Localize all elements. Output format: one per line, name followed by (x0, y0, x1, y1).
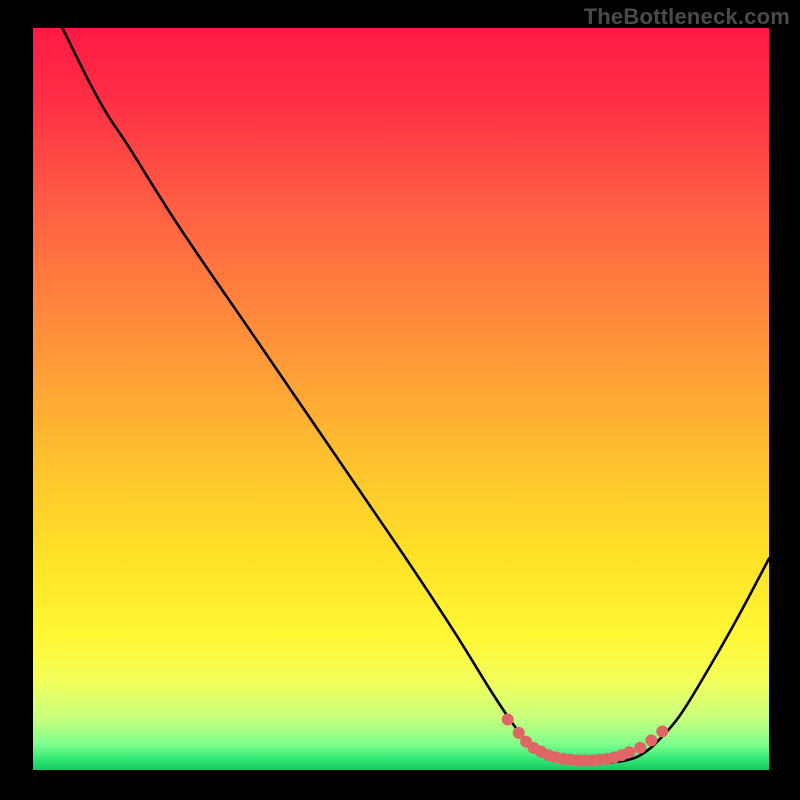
bottleneck-chart (33, 28, 769, 770)
optimal-range-dot (645, 734, 657, 746)
optimal-range-dot (623, 746, 635, 758)
chart-frame: TheBottleneck.com (0, 0, 800, 800)
optimal-range-dot (634, 742, 646, 754)
watermark-text: TheBottleneck.com (584, 4, 790, 30)
optimal-range-dot (502, 714, 514, 726)
gradient-background (33, 28, 769, 770)
plot-area (33, 28, 769, 770)
optimal-range-dot (656, 725, 668, 737)
